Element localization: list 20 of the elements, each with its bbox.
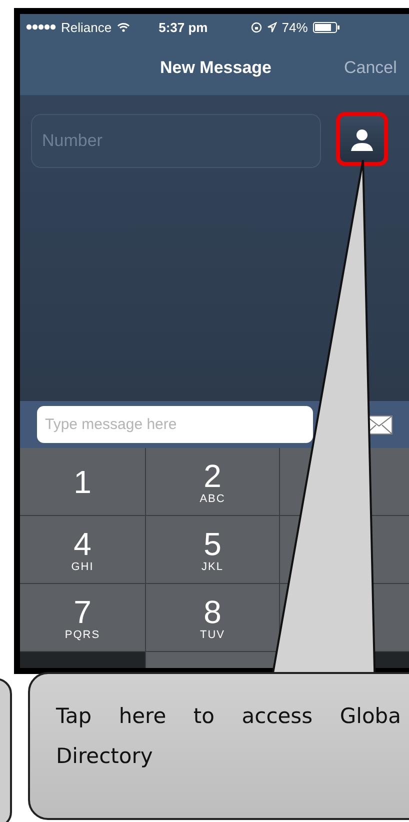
keypad-key[interactable]: 8 TUV: [146, 584, 279, 651]
carrier-name: Reliance: [61, 20, 112, 34]
person-icon: [350, 127, 374, 151]
location-icon: [266, 22, 277, 32]
keypad-key[interactable]: 7 PQRS: [20, 584, 145, 651]
signal-icon: [26, 24, 56, 30]
keypad-key[interactable]: 4 GHI: [20, 516, 145, 583]
keypad-key[interactable]: 2 ABC: [146, 448, 279, 515]
battery-icon: [312, 22, 340, 32]
callout-text: Tap here to access Globa Directory: [56, 703, 401, 770]
message-field[interactable]: Type message here: [37, 406, 313, 443]
rotation-lock-icon: [250, 22, 262, 32]
cancel-button[interactable]: Cancel: [344, 58, 397, 78]
screen-title: New Message: [160, 58, 272, 78]
battery-percent: 74%: [282, 20, 308, 34]
status-time: 5:37 pm: [158, 20, 208, 34]
wifi-icon: [116, 22, 130, 32]
number-field[interactable]: Number: [31, 114, 321, 168]
keypad-key[interactable]: 5 JKL: [146, 516, 279, 583]
keypad-key[interactable]: 1: [20, 448, 145, 515]
